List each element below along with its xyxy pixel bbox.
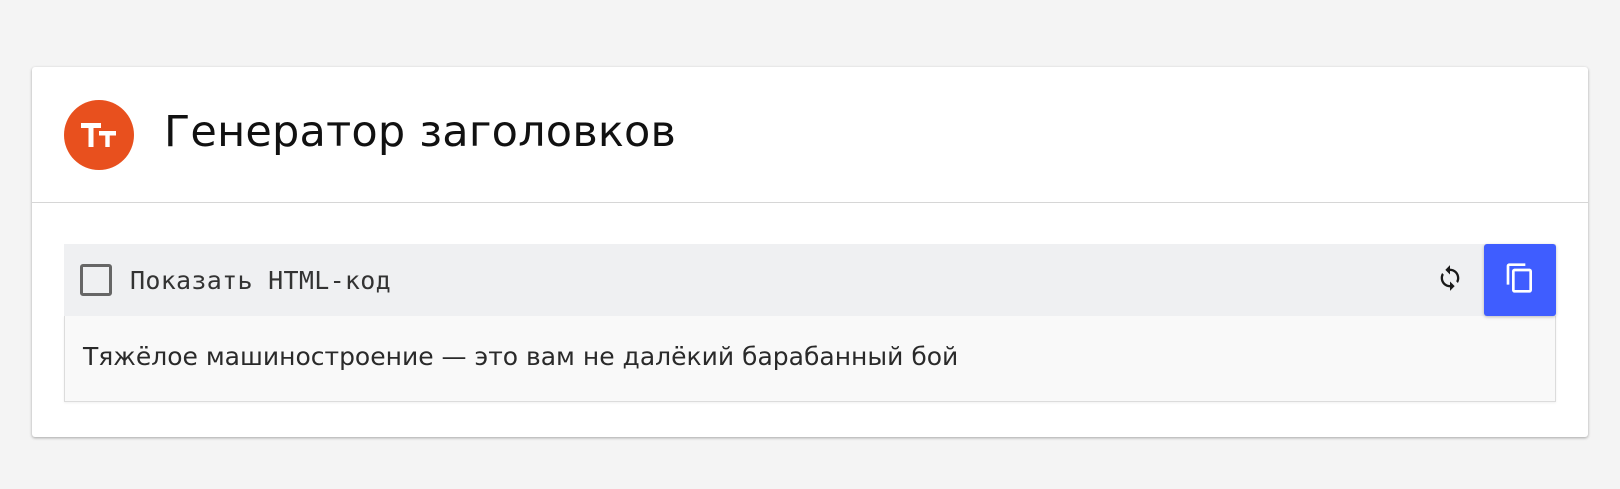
show-html-checkbox[interactable] [80,264,112,296]
card-header: Генератор заголовков [32,67,1588,203]
heading-output: Тяжёлое машиностроение — это вам не далё… [64,316,1556,402]
refresh-button[interactable] [1422,244,1478,316]
generated-heading-text: Тяжёлое машиностроение — это вам не далё… [83,342,959,371]
show-html-label[interactable]: Показать HTML-код [130,266,391,295]
copy-icon [1504,261,1536,299]
page-title: Генератор заголовков [164,107,677,157]
refresh-icon [1436,263,1464,297]
logo-icon [64,99,134,170]
copy-button[interactable] [1484,244,1556,316]
toolbar: Показать HTML-код [64,244,1556,316]
heading-toolbox: Показать HTML-код Тяжёлое машиностроение… [64,244,1556,402]
generator-card: Генератор заголовков Показать HTML-код Т… [32,67,1588,437]
